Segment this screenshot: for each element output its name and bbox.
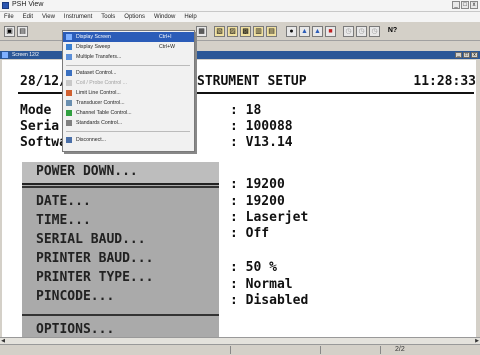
- record-icon[interactable]: ●: [286, 26, 297, 37]
- menu-item-limit-line-control[interactable]: Limit Line Control...: [63, 88, 194, 98]
- horizontal-scrollbar[interactable]: ◀ ▶: [0, 337, 480, 344]
- sweep-icon: [66, 44, 72, 50]
- options-value: : Disabled: [230, 293, 309, 308]
- trace-icon[interactable]: ▲: [299, 26, 310, 37]
- date-softkey[interactable]: DATE...: [36, 194, 91, 209]
- screen-title: STRUMENT SETUP: [197, 74, 307, 89]
- serial-value: : 100088: [230, 119, 293, 134]
- disconnect-icon: [66, 137, 72, 143]
- menu-item-multiple-transfers[interactable]: Multiple Transfers...: [63, 52, 194, 62]
- marker-icon[interactable]: ■: [325, 26, 336, 37]
- zoom-icon[interactable]: ▩: [240, 26, 251, 37]
- serial-label: Seria: [20, 119, 60, 134]
- status-cell: [320, 346, 321, 354]
- transducer-icon: [66, 100, 72, 106]
- help-icon[interactable]: N?: [387, 26, 398, 37]
- printer-type-value: : 50 %: [230, 260, 277, 275]
- coil-icon: [66, 80, 72, 86]
- child-window-controls: _ □ x: [455, 51, 478, 59]
- child-minimize-button[interactable]: _: [455, 52, 462, 58]
- close-button[interactable]: x: [470, 1, 478, 9]
- menu-tools[interactable]: Tools: [101, 14, 115, 20]
- standards-icon: [66, 120, 72, 126]
- menu-window[interactable]: Window: [154, 14, 175, 20]
- model-label: Mode: [20, 103, 52, 118]
- menu-separator: [66, 131, 190, 132]
- app-title: PSH View: [12, 1, 44, 8]
- filter-icon[interactable]: ▨: [227, 26, 238, 37]
- zoom-out-icon[interactable]: ◷: [356, 26, 367, 37]
- app-window: PSH View _ □ x File Edit View Instrument…: [0, 0, 480, 355]
- screen-date: 28/12/: [20, 74, 67, 89]
- time-softkey[interactable]: TIME...: [36, 213, 91, 228]
- menu-item-transducer-control[interactable]: Transducer Control...: [63, 98, 194, 108]
- zoom-in-icon[interactable]: ◷: [343, 26, 354, 37]
- limit-icon: [66, 90, 72, 96]
- softkey-divider: [22, 186, 219, 188]
- menu-options[interactable]: Options: [124, 14, 145, 20]
- peak-icon[interactable]: ▲: [312, 26, 323, 37]
- options-softkey[interactable]: OPTIONS...: [36, 322, 114, 337]
- table-icon[interactable]: ▧: [214, 26, 225, 37]
- time-setting-value: : 19200: [230, 194, 285, 209]
- menu-view[interactable]: View: [42, 14, 55, 20]
- power-down-label: POWER DOWN...: [36, 164, 138, 179]
- dataset-icon: [66, 70, 72, 76]
- screen-icon: [2, 52, 8, 58]
- pincode-value: : Normal: [230, 277, 293, 292]
- channel-icon: [66, 110, 72, 116]
- status-cell: [230, 346, 231, 354]
- monitor-icon: [66, 34, 72, 40]
- child-close-button[interactable]: x: [471, 52, 478, 58]
- copy-icon[interactable]: ▥: [253, 26, 264, 37]
- app-icon: [2, 2, 9, 9]
- child-maximize-button[interactable]: □: [463, 52, 470, 58]
- printer-baud-value: : Off: [230, 226, 270, 241]
- menu-item-standards-control[interactable]: Standards Control...: [63, 118, 194, 128]
- chart-icon[interactable]: ▦: [196, 26, 207, 37]
- software-value: : V13.14: [230, 135, 293, 150]
- menu-item-coil-control[interactable]: Coil / Probe Control ...: [63, 78, 194, 88]
- printer-type-softkey[interactable]: PRINTER TYPE...: [36, 270, 153, 285]
- menu-item-display-screen[interactable]: Display Screen Ctrl+I: [63, 32, 194, 42]
- print-icon[interactable]: ▤: [266, 26, 277, 37]
- date-setting-value: : 19200: [230, 177, 285, 192]
- menu-item-channel-table-control[interactable]: Channel Table Control...: [63, 108, 194, 118]
- app-title-bar: PSH View _ □ x: [0, 0, 480, 12]
- screen-time: 11:28:33: [413, 74, 476, 89]
- printer-baud-softkey[interactable]: PRINTER BAUD...: [36, 251, 153, 266]
- status-bar: 2/2: [0, 344, 480, 355]
- menu-instrument[interactable]: Instrument: [64, 14, 92, 20]
- transfer-icon: [66, 54, 72, 60]
- serial-baud-softkey[interactable]: SERIAL BAUD...: [36, 232, 146, 247]
- minimize-button[interactable]: _: [452, 1, 460, 9]
- instrument-dropdown-menu: Display Screen Ctrl+I Display Sweep Ctrl…: [62, 30, 195, 152]
- status-cell: [380, 346, 381, 354]
- window-controls: _ □ x: [452, 1, 478, 10]
- softkey-panel: POWER DOWN... DATE... TIME... SERIAL BAU…: [22, 162, 219, 340]
- pincode-softkey[interactable]: PINCODE...: [36, 289, 114, 304]
- menu-file[interactable]: File: [4, 14, 14, 20]
- menu-help[interactable]: Help: [184, 14, 196, 20]
- menu-bar: File Edit View Instrument Tools Options …: [0, 12, 480, 22]
- maximize-button[interactable]: □: [461, 1, 469, 9]
- save-icon[interactable]: ▣: [4, 26, 15, 37]
- zoom-fit-icon[interactable]: ◷: [369, 26, 380, 37]
- menu-item-disconnect[interactable]: Disconnect...: [63, 135, 194, 145]
- open-icon[interactable]: ▤: [17, 26, 28, 37]
- serial-baud-value: : Laserjet: [230, 210, 309, 225]
- model-value: : 18: [230, 103, 262, 118]
- menu-edit[interactable]: Edit: [23, 14, 33, 20]
- softkey-divider: [22, 314, 219, 316]
- menu-separator: [66, 65, 190, 66]
- menu-item-display-sweep[interactable]: Display Sweep Ctrl+W: [63, 42, 194, 52]
- child-window-title: Screen 12/2: [12, 52, 39, 58]
- menu-item-dataset-control[interactable]: Dataset Control...: [63, 68, 194, 78]
- power-down-softkey[interactable]: POWER DOWN...: [22, 162, 219, 185]
